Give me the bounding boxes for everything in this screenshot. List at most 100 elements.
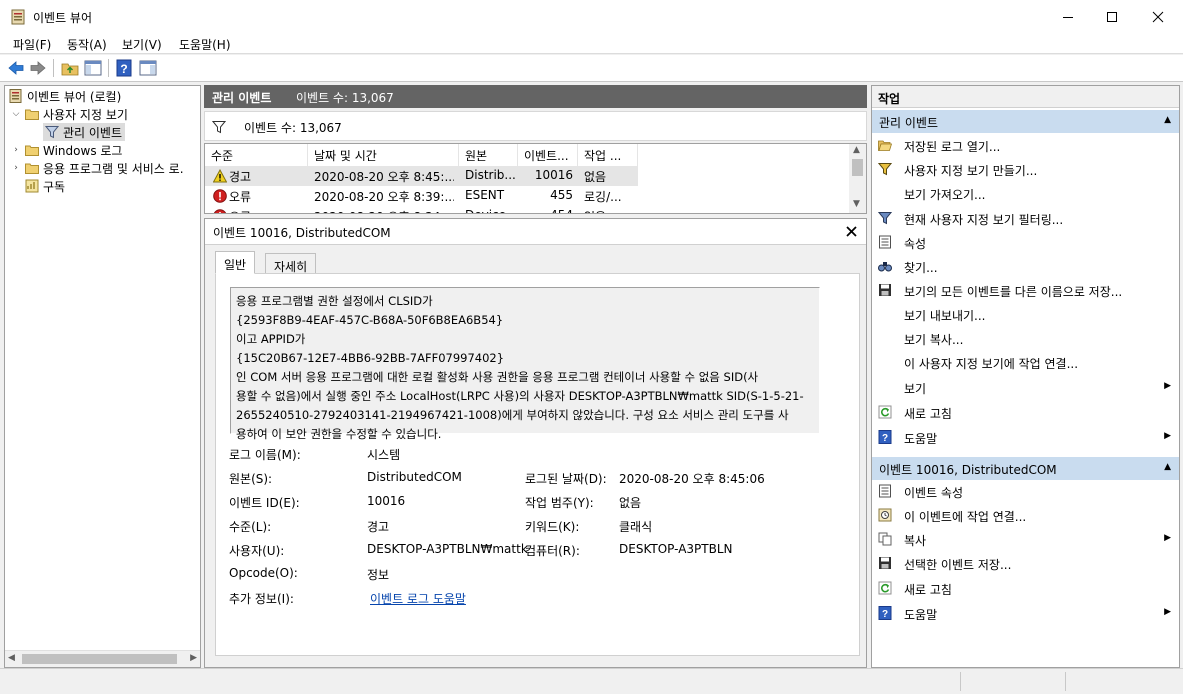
action-label: 저장된 로그 열기...	[904, 140, 1001, 154]
close-button[interactable]	[1135, 0, 1181, 33]
up-folder-icon[interactable]	[61, 59, 79, 77]
tree-label: 이벤트 뷰어 (로컬)	[27, 89, 122, 104]
view-title: 관리 이벤트	[212, 91, 272, 105]
action-view-menu[interactable]: 보기 ▶	[872, 376, 1179, 400]
collapse-icon[interactable]: ▲	[1164, 115, 1171, 125]
level-label: 수준(L):	[229, 520, 272, 534]
event-log-help-link[interactable]: 이벤트 로그 도움말	[370, 590, 466, 607]
filter-icon	[45, 126, 59, 139]
middle-pane: 관리 이벤트 이벤트 수: 13,067 이벤트 수: 13,067 수준 날짜…	[204, 85, 867, 668]
back-icon[interactable]	[7, 59, 25, 77]
menu-bar: 파일(F) 동작(A) 보기(V) 도움말(H)	[0, 33, 1183, 54]
scrollbar-thumb[interactable]	[22, 654, 177, 664]
warning-icon	[213, 169, 227, 183]
minimize-button[interactable]	[1045, 0, 1091, 33]
action-save-all-events-as[interactable]: 보기의 모든 이벤트를 다른 이름으로 저장...	[872, 279, 1179, 303]
scrollbar-thumb[interactable]	[852, 159, 863, 176]
description-line: {15C20B67-12E7-4BB6-92BB-7AFF07997402}	[236, 351, 505, 365]
tree-item-subscriptions[interactable]: 구독	[22, 177, 65, 195]
action-attach-task-to-view[interactable]: 이 사용자 지정 보기에 작업 연결...	[872, 351, 1179, 375]
description-line: 인 COM 서버 응용 프로그램에 대한 로컬 활성화 사용 권한을 응용 프로…	[236, 370, 759, 384]
opcode-value: 정보	[367, 568, 390, 582]
cell-level: 경고	[229, 170, 252, 184]
menu-help[interactable]: 도움말(H)	[179, 36, 231, 53]
column-header-event-id[interactable]: 이벤트...	[518, 144, 578, 166]
scroll-left-icon[interactable]: ◀	[8, 653, 15, 663]
column-header-source[interactable]: 원본	[459, 144, 518, 166]
action-copy-view[interactable]: 보기 복사...	[872, 327, 1179, 351]
action-refresh-event[interactable]: 새로 고침	[872, 577, 1179, 601]
action-attach-task-to-event[interactable]: 이 이벤트에 작업 연결...	[872, 504, 1179, 528]
event-detail-pane: 이벤트 10016, DistributedCOM 일반 자세히 응용 프로그램…	[204, 218, 867, 668]
chevron-right-icon[interactable]: ›	[10, 163, 22, 173]
tree-item-app-service-logs[interactable]: › 응용 프로그램 및 서비스 로.	[10, 159, 183, 177]
action-event-properties[interactable]: 이벤트 속성	[872, 480, 1179, 504]
column-header-task[interactable]: 작업 ...	[578, 144, 638, 166]
filter-icon	[878, 212, 892, 225]
table-row[interactable]: 오류 2020-08-20 오후 8:39:... ESENT 455 로깅/.…	[205, 186, 638, 206]
action-label: 보기	[904, 382, 927, 396]
collapse-icon[interactable]: ▲	[1164, 462, 1171, 472]
table-row[interactable]: 오류 2020-08-20 오후 8:34:... Device... 454 …	[205, 206, 638, 213]
action-import-view[interactable]: 보기 가져오기...	[872, 182, 1179, 206]
action-help-event[interactable]: ? 도움말 ▶	[872, 602, 1179, 626]
scroll-down-icon[interactable]: ▼	[853, 199, 860, 209]
cell-event-id: 455	[550, 188, 573, 202]
filter-bar: 이벤트 수: 13,067	[204, 111, 867, 141]
action-create-custom-view[interactable]: 사용자 지정 보기 만들기...	[872, 158, 1179, 182]
action-help[interactable]: ? 도움말 ▶	[872, 426, 1179, 450]
action-open-saved-log[interactable]: 저장된 로그 열기...	[872, 134, 1179, 158]
tree-item-root[interactable]: 이벤트 뷰어 (로컬)	[9, 87, 121, 105]
tab-general[interactable]: 일반	[215, 251, 256, 274]
vertical-scrollbar[interactable]: ▲ ▼	[849, 144, 866, 213]
tree-item-custom-views[interactable]: ⌵ 사용자 지정 보기	[10, 105, 128, 123]
refresh-icon	[878, 581, 892, 595]
column-header-date[interactable]: 날짜 및 시간	[308, 144, 459, 166]
toolbar-separator	[108, 59, 109, 77]
cell-level: 오류	[229, 206, 251, 213]
show-hide-tree-icon[interactable]	[84, 59, 102, 77]
help-icon: ?	[878, 430, 892, 444]
title-bar: 이벤트 뷰어	[0, 0, 1183, 33]
action-find[interactable]: 찾기...	[872, 255, 1179, 279]
action-label: 현재 사용자 지정 보기 필터링...	[904, 213, 1064, 227]
action-filter-current-view[interactable]: 현재 사용자 지정 보기 필터링...	[872, 207, 1179, 231]
forward-icon[interactable]	[29, 59, 47, 77]
action-label: 복사	[904, 534, 927, 548]
chevron-down-icon[interactable]: ⌵	[10, 109, 22, 119]
menu-view[interactable]: 보기(V)	[122, 36, 162, 53]
chevron-right-icon[interactable]: ›	[10, 145, 22, 155]
properties-icon	[879, 235, 891, 249]
actions-header: 작업	[872, 86, 1179, 108]
action-copy[interactable]: 복사 ▶	[872, 528, 1179, 552]
filter-create-icon	[878, 163, 892, 176]
action-save-selected-events[interactable]: 선택한 이벤트 저장...	[872, 552, 1179, 576]
close-icon[interactable]	[846, 226, 857, 237]
scroll-up-icon[interactable]: ▲	[853, 145, 860, 155]
scroll-right-icon[interactable]: ▶	[190, 653, 197, 663]
menu-file[interactable]: 파일(F)	[13, 36, 51, 53]
help-icon[interactable]: ?	[115, 59, 133, 77]
detail-header: 이벤트 10016, DistributedCOM	[205, 219, 866, 245]
section-admin-events[interactable]: 관리 이벤트 ▲	[872, 110, 1179, 133]
action-label: 새로 고침	[904, 583, 952, 597]
show-hide-action-pane-icon[interactable]	[139, 59, 157, 77]
action-refresh[interactable]: 새로 고침	[872, 401, 1179, 425]
source-value: DistributedCOM	[367, 470, 462, 484]
tab-details[interactable]: 자세히	[265, 253, 317, 274]
computer-label: 컴퓨터(R):	[525, 544, 580, 558]
description-line: 이고 APPID가	[236, 332, 306, 346]
horizontal-scrollbar[interactable]: ◀ ▶	[5, 650, 200, 667]
status-bar	[0, 668, 1183, 694]
maximize-button[interactable]	[1089, 0, 1135, 33]
column-header-level[interactable]: 수준	[205, 144, 308, 166]
menu-action[interactable]: 동작(A)	[67, 36, 107, 53]
tree-item-windows-logs[interactable]: › Windows 로그	[10, 141, 122, 159]
action-label: 이 사용자 지정 보기에 작업 연결...	[904, 357, 1079, 371]
action-export-view[interactable]: 보기 내보내기...	[872, 303, 1179, 327]
section-selected-event[interactable]: 이벤트 10016, DistributedCOM ▲	[872, 457, 1179, 480]
tree-item-admin-events[interactable]: 관리 이벤트	[43, 123, 126, 141]
table-row[interactable]: 경고 2020-08-20 오후 8:45:... Distrib... 100…	[205, 166, 638, 186]
action-properties[interactable]: 속성	[872, 231, 1179, 255]
filter-icon	[212, 121, 226, 134]
